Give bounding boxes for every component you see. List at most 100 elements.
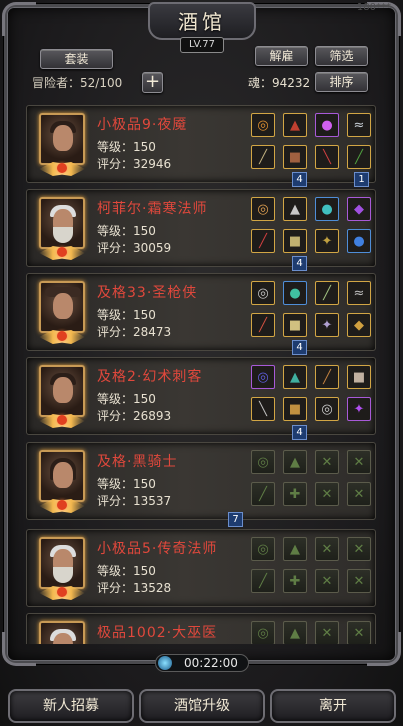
armor-icon[interactable]: ■ — [283, 397, 307, 421]
gem-icon[interactable]: ◆ — [347, 197, 371, 221]
blade-icon[interactable]: ✦ — [315, 313, 339, 337]
empty-weapon-slot-icon[interactable]: ✕ — [347, 450, 371, 474]
spear-icon[interactable]: ╱ — [251, 313, 275, 337]
rank-gem-icon — [57, 415, 67, 425]
tavern-window: 酒馆 LV.77 180*** 套装 解雇 筛选 冒险者：52/100 + 魂：… — [0, 0, 403, 726]
bracer-icon[interactable]: ◎ — [251, 197, 275, 221]
empty-weapon-slot-icon[interactable]: ✕ — [315, 482, 339, 506]
cloak-icon[interactable]: ▲ — [283, 365, 307, 389]
bracer-icon[interactable]: ◎ — [251, 281, 275, 305]
empty-weapon-slot-icon[interactable]: ✕ — [347, 537, 371, 561]
empty-helmet-slot-icon[interactable]: ▲ — [283, 621, 307, 644]
armor-icon[interactable]: ■ — [283, 145, 307, 169]
adventurer-count: 冒险者：52/100 — [32, 76, 123, 90]
hero-level: 等级：150 — [97, 224, 156, 238]
empty-bracer-slot-icon[interactable]: ◎ — [251, 450, 275, 474]
dagger-icon[interactable]: ╲ — [315, 145, 339, 169]
dismiss-button[interactable]: 解雇 — [255, 46, 308, 66]
empty-weapon-slot-icon[interactable]: ✕ — [315, 621, 339, 644]
empty-bracer-slot-icon[interactable]: ◎ — [251, 621, 275, 644]
staff-icon[interactable]: ╱ — [315, 281, 339, 305]
bracer-icon[interactable]: ◎ — [251, 113, 275, 137]
hero-portrait — [39, 197, 85, 249]
tavern-upgrade-button[interactable]: 酒馆升级 — [139, 689, 265, 723]
hero-level: 等级：150 — [97, 564, 156, 578]
hero-level: 等级：150 — [97, 392, 156, 406]
set-button[interactable]: 套装 — [40, 49, 113, 69]
hero-card[interactable]: 小极品5·传奇法师 等级：150 评分：13528 ◎ ▲ ✕ ✕ ╱ ✚ ✕ … — [26, 529, 376, 607]
shield-icon[interactable]: ◆ — [347, 313, 371, 337]
timer-bar: 00:22:00 — [155, 654, 249, 672]
ring-icon[interactable]: ◎ — [315, 397, 339, 421]
wing-icon[interactable]: ≈ — [347, 281, 371, 305]
empty-armor-slot-icon[interactable]: ✚ — [283, 569, 307, 593]
hero-name: 小极品5·传奇法师 — [97, 541, 218, 557]
orb-icon[interactable]: ● — [315, 113, 339, 137]
wing-icon[interactable]: ≈ — [347, 113, 371, 137]
staff-icon[interactable]: ╱ — [347, 145, 371, 169]
empty-helmet-slot-icon[interactable]: ▲ — [283, 450, 307, 474]
refresh-timer: 00:22:00 — [184, 656, 238, 670]
enhance-marker: 7 — [228, 512, 243, 527]
filter-button[interactable]: 筛选 — [315, 46, 368, 66]
rank-gem-icon — [57, 247, 67, 257]
empty-helmet-slot-icon[interactable]: ▲ — [283, 537, 307, 561]
orb-icon[interactable]: ● — [315, 197, 339, 221]
hero-portrait — [39, 365, 85, 417]
hero-score: 评分：13528 — [97, 581, 172, 595]
helmet-icon[interactable]: ▲ — [283, 113, 307, 137]
ring-icon[interactable]: ● — [347, 229, 371, 253]
hero-card[interactable]: 及格33·圣枪侠 等级：150 评分：28473 ◎ ● ╱ ≈ ╱ ■ ✦ ◆ — [26, 273, 376, 351]
hero-score: 评分：30059 — [97, 241, 172, 255]
hero-card[interactable]: 及格·黑骑士 等级：150 评分：13537 ◎ ▲ ✕ ✕ ╱ ✚ ✕ ✕ — [26, 442, 376, 520]
watermark: 180*** — [356, 2, 391, 13]
hero-card[interactable]: 柯菲尔·霜寒法师 等级：150 评分：30059 ◎ ▲ ● ◆ ╱ ■ ✦ ● — [26, 189, 376, 267]
enhance-marker: 1 — [354, 172, 369, 187]
leave-button[interactable]: 离开 — [270, 689, 396, 723]
staff-icon[interactable]: ╱ — [315, 365, 339, 389]
hero-name: 极品1002·大巫医 — [97, 625, 218, 641]
hero-name: 及格·黑骑士 — [97, 454, 178, 470]
helmet-icon[interactable]: ▲ — [283, 197, 307, 221]
empty-weapon-slot-icon[interactable]: ✕ — [315, 537, 339, 561]
hero-level: 等级：150 — [97, 477, 156, 491]
hero-name: 及格2·幻术刺客 — [97, 369, 203, 385]
enhance-marker: 4 — [292, 256, 307, 271]
hero-card[interactable]: 极品1002·大巫医 ◎ ▲ ✕ ✕ — [26, 613, 376, 644]
empty-staff-slot-icon[interactable]: ╱ — [251, 569, 275, 593]
empty-bracer-slot-icon[interactable]: ◎ — [251, 537, 275, 561]
hero-portrait — [39, 113, 85, 165]
orb-icon[interactable]: ● — [283, 281, 307, 305]
hero-score: 评分：28473 — [97, 325, 172, 339]
armor-icon[interactable]: ■ — [283, 313, 307, 337]
add-slot-button[interactable]: + — [142, 72, 163, 93]
enhance-marker: 4 — [292, 172, 307, 187]
recruit-button[interactable]: 新人招募 — [8, 689, 134, 723]
empty-staff-slot-icon[interactable]: ╱ — [251, 482, 275, 506]
hero-list[interactable]: 小极品9·夜魇 等级：150 评分：32946 ◎ ▲ ● ≈ ╱ ■ ╲ ╱ … — [20, 98, 383, 644]
empty-weapon-slot-icon[interactable]: ✕ — [347, 569, 371, 593]
corner-ornament — [2, 2, 36, 36]
helmet-icon[interactable]: ■ — [347, 365, 371, 389]
enhance-marker: 4 — [292, 340, 307, 355]
gem-icon[interactable]: ✦ — [347, 397, 371, 421]
sword-icon[interactable]: ╱ — [251, 229, 275, 253]
hero-score: 评分：32946 — [97, 157, 172, 171]
hero-card[interactable]: 及格2·幻术刺客 等级：150 评分：26893 ◎ ▲ ╱ ■ ╲ ■ ◎ ✦ — [26, 357, 376, 435]
empty-weapon-slot-icon[interactable]: ✕ — [347, 482, 371, 506]
empty-weapon-slot-icon[interactable]: ✕ — [315, 450, 339, 474]
spear-icon[interactable]: ╲ — [251, 397, 275, 421]
empty-weapon-slot-icon[interactable]: ✕ — [347, 621, 371, 644]
empty-weapon-slot-icon[interactable]: ✕ — [315, 569, 339, 593]
clock-icon — [158, 656, 172, 670]
bracer-icon[interactable]: ◎ — [251, 365, 275, 389]
rank-gem-icon — [57, 331, 67, 341]
sort-button[interactable]: 排序 — [315, 72, 368, 92]
armor-icon[interactable]: ■ — [283, 229, 307, 253]
empty-armor-slot-icon[interactable]: ✚ — [283, 482, 307, 506]
bow-icon[interactable]: ╱ — [251, 145, 275, 169]
staff-icon[interactable]: ✦ — [315, 229, 339, 253]
soul-counter: 魂：94232 — [248, 76, 311, 90]
hero-name: 柯菲尔·霜寒法师 — [97, 201, 208, 217]
hero-card[interactable]: 小极品9·夜魇 等级：150 评分：32946 ◎ ▲ ● ≈ ╱ ■ ╲ ╱ — [26, 105, 376, 183]
